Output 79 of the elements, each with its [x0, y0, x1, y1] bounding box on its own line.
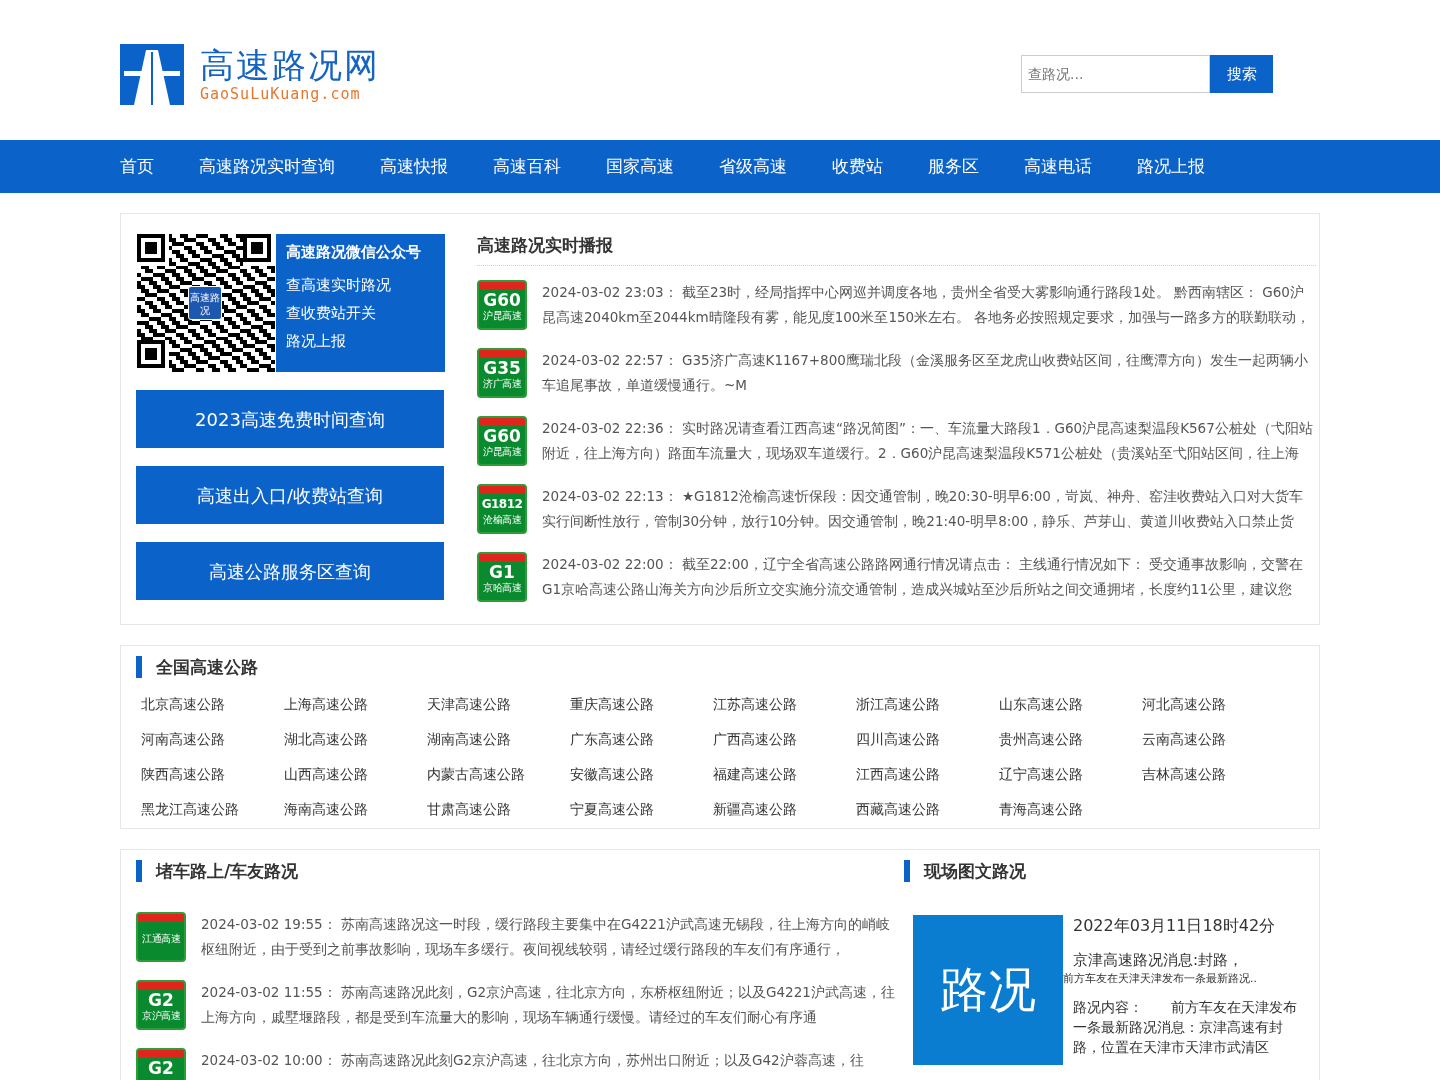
- road-link[interactable]: 天津高速公路: [427, 694, 570, 715]
- road-link[interactable]: 山东高速公路: [999, 694, 1142, 715]
- nav-link[interactable]: 国家高速: [606, 155, 674, 178]
- route-sign-icon: G2 京沪高速: [136, 980, 186, 1030]
- news-item-link[interactable]: 2024-03-02 22:13： ★G1812沧榆高速忻保段：因交通管制，晚20:30-明早6:00，岢岚、神舟、窑洼收费站入口对大货车实行间断性放行，管制30分钟，放行10分钟。因交通管制，晚21:40-明早8:00，静乐、芦芽山、黄道川收费站入口禁止货: [542, 484, 1316, 534]
- nav-link[interactable]: 高速电话: [1024, 155, 1092, 178]
- nav-link[interactable]: 省级高速: [719, 155, 787, 178]
- road-link[interactable]: 湖南高速公路: [427, 729, 570, 750]
- search-field[interactable]: 查路况...: [1021, 55, 1210, 93]
- road-link[interactable]: 辽宁高速公路: [999, 764, 1142, 785]
- panel-text: 路况上报: [286, 331, 347, 352]
- nav-link[interactable]: 路况上报: [1137, 155, 1205, 178]
- qr-badge-label: 高速路况: [188, 286, 222, 320]
- post-headline[interactable]: 京津高速路况消息:封路，: [1073, 949, 1299, 971]
- route-sign-icon: G35 济广高速: [477, 348, 527, 398]
- section-title: 现场图文路况: [904, 860, 1319, 882]
- search-button[interactable]: 搜索: [1210, 55, 1273, 93]
- section-title: 堵车路上/车友路况: [136, 860, 896, 882]
- road-link[interactable]: 青海高速公路: [999, 799, 1142, 820]
- road-link[interactable]: 广西高速公路: [713, 729, 856, 750]
- route-sign-icon: G1 京哈高速: [477, 552, 527, 602]
- road-link[interactable]: 江苏高速公路: [713, 694, 856, 715]
- road-link[interactable]: 河北高速公路: [1142, 694, 1285, 715]
- road-link[interactable]: 陕西高速公路: [141, 764, 284, 785]
- post-content: 路况内容： 前方车友在天津发布一条最新路况消息：京津高速有封路，位置在天津市天津市武清区: [1073, 998, 1298, 1057]
- route-sign-icon: 江通高速: [136, 912, 186, 962]
- news-item-link[interactable]: 2024-03-02 22:00： 截至22:00，辽宁全省高速公路路网通行情况请点击： 主线通行情况如下： 受交通事故影响，交警在G1京哈高速公路山海关方向沙后所立交实施分流交通管制，造成兴城站至沙后所站之间交通拥堵，长度约11公里，建议您: [542, 552, 1316, 602]
- news-item-link[interactable]: 2024-03-02 10:00： 苏南高速路况此刻G2京沪高速，往北京方向，苏州出口附近；以及G42沪蓉高速，往: [201, 1048, 864, 1080]
- section-title: 高速路况实时播报: [477, 234, 1316, 266]
- road-link[interactable]: 内蒙古高速公路: [427, 764, 570, 785]
- road-link[interactable]: 山西高速公路: [284, 764, 427, 785]
- news-item-link[interactable]: 2024-03-02 23:03： 截至23时，经局指挥中心网巡并调度各地，贵州全省受大雾影响通行路段1处。 黔西南辖区： G60沪昆高速2040km至2044km晴隆段有雾，能见度100米至150米左右。 各地务必按照规定要求，加强与一路多方的联勤联动，: [542, 280, 1316, 330]
- route-sign-icon: G60 沪昆高速: [477, 416, 527, 466]
- road-link[interactable]: 新疆高速公路: [713, 799, 856, 820]
- road-link[interactable]: 宁夏高速公路: [570, 799, 713, 820]
- quick-link-button[interactable]: 2023高速免费时间查询: [136, 390, 444, 448]
- road-link[interactable]: 广东高速公路: [570, 729, 713, 750]
- road-link[interactable]: 黑龙江高速公路: [141, 799, 284, 820]
- road-link[interactable]: 上海高速公路: [284, 694, 427, 715]
- road-link[interactable]: 北京高速公路: [141, 694, 284, 715]
- site-title[interactable]: 高速路况网: [200, 45, 380, 85]
- road-link[interactable]: 云南高速公路: [1142, 729, 1285, 750]
- road-link[interactable]: 浙江高速公路: [856, 694, 999, 715]
- site-domain: GaoSuLuKuang.com: [200, 85, 362, 103]
- panel-text: 查收费站开关: [286, 303, 377, 324]
- news-item-link[interactable]: 2024-03-02 22:36： 实时路况请查看江西高速“路况简图”：一、车流量大路段1．G60沪昆高速梨温段K567公桩处（弋阳站附近，往上海方向）路面车流量大，现场双车道缓行。2．G60沪昆高速梨温段K571公桩处（贵溪站至弋阳站区间，往上海: [542, 416, 1316, 466]
- route-sign-icon: G60 沪昆高速: [477, 280, 527, 330]
- news-item-link[interactable]: 2024-03-02 19:55： 苏南高速路况这一时段，缓行路段主要集中在G4221沪武高速无锡段，往上海方向的峭岐枢纽附近，由于受到之前事故影响，现场车多缓行。夜间视线较弱，请经过缓行路段的车友们有序通行，: [201, 912, 896, 962]
- nav-link[interactable]: 首页: [120, 155, 154, 178]
- road-link[interactable]: 甘肃高速公路: [427, 799, 570, 820]
- section-title: 全国高速公路: [136, 656, 1304, 678]
- road-link[interactable]: 四川高速公路: [856, 729, 999, 750]
- news-item-link[interactable]: 2024-03-02 11:55： 苏南高速路况此刻，G2京沪高速，往北京方向，东桥枢纽附近；以及G4221沪武高速，往上海方向，戚墅堰路段，都是受到车流量大的影响，现场车辆通行缓慢。请经过的车友们耐心有序通: [201, 980, 896, 1030]
- road-link[interactable]: 吉林高速公路: [1142, 764, 1285, 785]
- nav-link[interactable]: 收费站: [832, 155, 883, 178]
- road-link[interactable]: 福建高速公路: [713, 764, 856, 785]
- route-sign-icon: G1812 沧榆高速: [477, 484, 527, 534]
- road-link[interactable]: 重庆高速公路: [570, 694, 713, 715]
- road-link[interactable]: 安徽高速公路: [570, 764, 713, 785]
- road-link[interactable]: 海南高速公路: [284, 799, 427, 820]
- road-image[interactable]: 路况: [913, 915, 1063, 1065]
- post-summary: 前方车友在天津天津发布一条最新路况..: [1063, 971, 1258, 987]
- road-link[interactable]: 西藏高速公路: [856, 799, 999, 820]
- nav-link[interactable]: 高速快报: [380, 155, 448, 178]
- quick-link-button[interactable]: 高速出入口/收费站查询: [136, 466, 444, 524]
- nav-link[interactable]: 高速百科: [493, 155, 561, 178]
- nav-link[interactable]: 服务区: [928, 155, 979, 178]
- road-link[interactable]: 贵州高速公路: [999, 729, 1142, 750]
- road-logo-icon[interactable]: [120, 43, 184, 105]
- news-item-link[interactable]: 2024-03-02 22:57： G35济广高速K1167+800鹰瑞北段（金溪服务区至龙虎山收费站区间，往鹰潭方向）发生一起两辆小车追尾事故，单道缓慢通行。~M: [542, 348, 1316, 398]
- route-sign-icon: G2: [136, 1048, 186, 1080]
- post-date: 2022年03月11日18时42分: [1073, 915, 1277, 937]
- nav-link[interactable]: 高速路况实时查询: [199, 155, 335, 178]
- panel-title: 高速路况微信公众号: [286, 243, 422, 262]
- road-link[interactable]: 河南高速公路: [141, 729, 284, 750]
- road-link[interactable]: 江西高速公路: [856, 764, 999, 785]
- quick-link-button[interactable]: 高速公路服务区查询: [136, 542, 444, 600]
- panel-text: 查高速实时路况: [286, 275, 392, 296]
- road-link[interactable]: 湖北高速公路: [284, 729, 427, 750]
